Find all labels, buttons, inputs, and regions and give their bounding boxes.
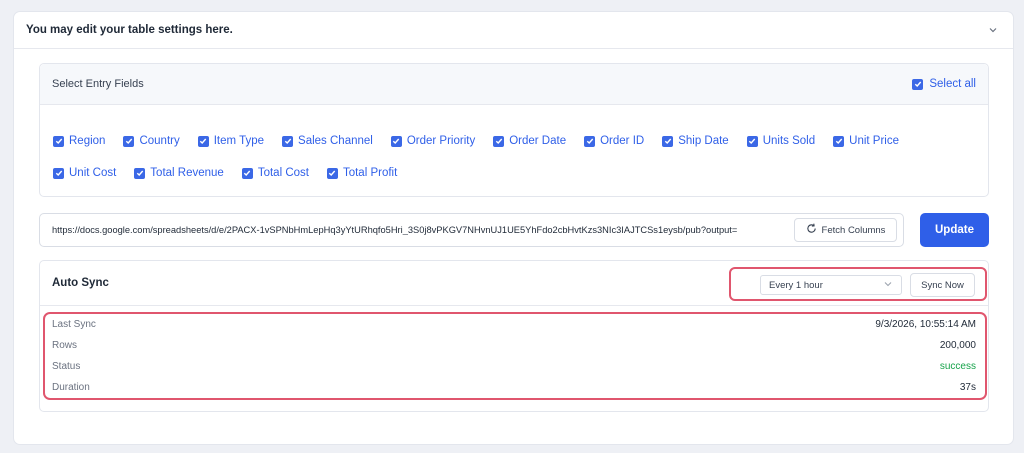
sync-controls-highlight xyxy=(729,267,987,301)
update-button[interactable]: Update xyxy=(920,213,989,247)
field-checkbox-label: Order Date xyxy=(509,135,567,147)
check-icon xyxy=(241,167,253,179)
field-checkbox-row-1: Region Country Item Type Sales Channel Order… xyxy=(53,135,917,147)
check-icon xyxy=(282,135,294,147)
field-checkbox[interactable]: Total Cost xyxy=(241,167,309,179)
field-checkbox[interactable]: Ship Date xyxy=(662,135,729,147)
sheet-url-value[interactable]: https://docs.google.com/spreadsheets/d/e… xyxy=(52,225,794,235)
field-checkbox-label: Region xyxy=(69,135,106,147)
check-icon xyxy=(53,135,64,147)
field-checkbox[interactable]: Order ID xyxy=(584,135,644,147)
check-icon xyxy=(197,135,209,147)
entry-fields-header: Select Entry Fields Select all xyxy=(40,64,988,105)
field-checkbox[interactable]: Total Profit xyxy=(326,167,398,179)
field-checkbox-label: Units Sold xyxy=(762,135,816,147)
entry-fields-card: Select Entry Fields Select all Region Cou… xyxy=(39,63,989,197)
check-icon xyxy=(53,167,64,179)
chevron-down-icon[interactable] xyxy=(987,24,999,36)
field-checkbox-label: Country xyxy=(139,135,180,147)
check-icon xyxy=(123,135,135,147)
field-checkbox-label: Total Profit xyxy=(342,167,398,179)
settings-title: You may edit your table settings here. xyxy=(26,24,233,36)
sync-info-highlight xyxy=(43,312,987,400)
refresh-icon xyxy=(806,223,817,237)
field-checkbox[interactable]: Country xyxy=(123,135,180,147)
auto-sync-title: Auto Sync xyxy=(52,277,109,289)
field-checkbox-label: Order Priority xyxy=(406,135,476,147)
field-checkbox-label: Total Revenue xyxy=(150,167,224,179)
check-icon xyxy=(134,167,146,179)
table-settings-panel: You may edit your table settings here. S… xyxy=(13,11,1014,445)
field-checkbox[interactable]: Unit Price xyxy=(833,135,899,147)
select-all-checkbox[interactable]: Select all xyxy=(912,78,976,90)
field-checkbox-label: Item Type xyxy=(213,135,265,147)
check-icon xyxy=(493,135,505,147)
field-checkbox[interactable]: Region xyxy=(53,135,105,147)
field-checkbox[interactable]: Item Type xyxy=(197,135,265,147)
field-checkbox-row-2: Unit Cost Total Revenue Total Cost Total Pr… xyxy=(53,167,415,179)
check-icon xyxy=(746,135,758,147)
check-icon xyxy=(662,135,674,147)
check-icon xyxy=(326,167,338,179)
field-checkbox[interactable]: Units Sold xyxy=(746,135,816,147)
field-checkbox[interactable]: Order Priority xyxy=(390,135,476,147)
check-icon xyxy=(912,78,924,90)
field-checkbox-label: Sales Channel xyxy=(298,135,373,147)
check-icon xyxy=(390,135,402,147)
check-icon xyxy=(833,135,845,147)
field-checkbox-label: Total Cost xyxy=(257,167,309,179)
check-icon xyxy=(584,135,596,147)
fetch-columns-label: Fetch Columns xyxy=(821,224,886,236)
field-checkbox-label: Unit Price xyxy=(849,135,899,147)
field-checkbox[interactable]: Total Revenue xyxy=(134,167,224,179)
field-checkbox[interactable]: Order Date xyxy=(493,135,566,147)
select-all-label: Select all xyxy=(929,78,976,90)
entry-fields-title: Select Entry Fields xyxy=(52,78,144,90)
fetch-columns-button[interactable]: Fetch Columns xyxy=(794,218,897,242)
settings-header[interactable]: You may edit your table settings here. xyxy=(14,12,1013,49)
field-checkbox-label: Order ID xyxy=(600,135,645,147)
field-checkbox-label: Unit Cost xyxy=(69,167,117,179)
field-checkbox[interactable]: Unit Cost xyxy=(53,167,116,179)
field-checkbox[interactable]: Sales Channel xyxy=(282,135,373,147)
sheet-url-input[interactable]: https://docs.google.com/spreadsheets/d/e… xyxy=(39,213,904,247)
field-checkbox-label: Ship Date xyxy=(678,135,729,147)
